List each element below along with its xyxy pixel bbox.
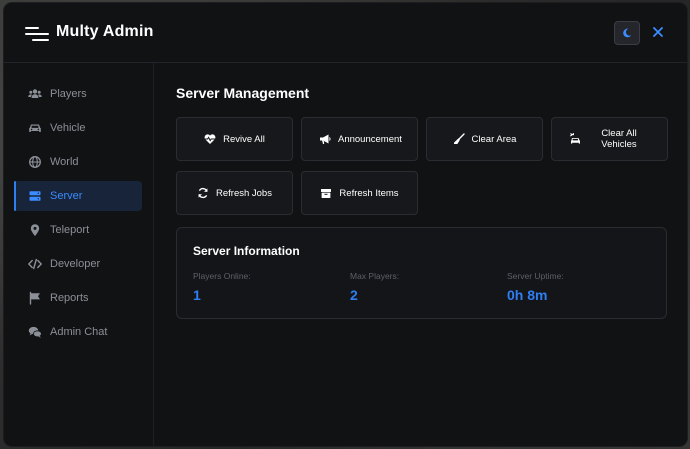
broom-icon xyxy=(453,133,465,144)
megaphone-icon xyxy=(320,134,331,144)
action-label: Clear All Vehicles xyxy=(601,128,637,150)
sidebar-item-label: Vehicle xyxy=(50,122,86,134)
main-content: Server Management Revive All Announcemen… xyxy=(154,63,687,446)
stat-label: Players Online: xyxy=(193,271,251,281)
action-label: Refresh Items xyxy=(339,187,399,199)
moon-icon xyxy=(623,28,632,38)
sidebar-item-admin-chat[interactable]: Admin Chat xyxy=(14,317,142,347)
action-label: Refresh Jobs xyxy=(216,187,272,199)
action-label: Clear Area xyxy=(471,133,517,145)
sidebar-item-teleport[interactable]: Teleport xyxy=(14,215,142,245)
sidebar-item-label: Developer xyxy=(50,258,101,270)
server-info-card: Server Information Players Online: 1 Max… xyxy=(176,227,667,319)
sidebar: Players Vehicle World Server Teleport De… xyxy=(4,63,154,446)
sidebar-item-server[interactable]: Server xyxy=(14,181,142,211)
refresh-jobs-button[interactable]: Refresh Jobs xyxy=(176,171,293,215)
clear-all-vehicles-button[interactable]: Clear All Vehicles xyxy=(551,117,668,161)
refresh-items-button[interactable]: Refresh Items xyxy=(301,171,418,215)
sidebar-item-label: Players xyxy=(50,88,87,100)
code-icon xyxy=(28,258,42,270)
close-button[interactable] xyxy=(647,21,669,43)
globe-icon xyxy=(29,156,41,168)
heart-pulse-icon xyxy=(204,134,216,144)
admin-window: Multy Admin Players Vehicle World Server… xyxy=(4,3,687,446)
stat-label: Max Players: xyxy=(350,271,400,281)
box-icon xyxy=(321,189,332,198)
revive-all-button[interactable]: Revive All xyxy=(176,117,293,161)
flag-icon xyxy=(29,291,40,305)
page-title: Server Management xyxy=(176,85,310,101)
stat-server-uptime: Server Uptime: 0h 8m xyxy=(507,271,564,303)
car-burst-icon xyxy=(569,133,580,144)
server-icon xyxy=(29,191,41,201)
sidebar-item-developer[interactable]: Developer xyxy=(14,249,142,279)
stat-value: 1 xyxy=(193,287,201,303)
refresh-icon xyxy=(198,187,208,199)
sidebar-item-label: Server xyxy=(50,190,83,202)
sidebar-item-players[interactable]: Players xyxy=(14,79,142,109)
app-title: Multy Admin xyxy=(56,23,154,40)
action-label: Revive All xyxy=(223,133,265,145)
stat-label: Server Uptime: xyxy=(507,271,564,281)
comments-icon xyxy=(28,326,42,338)
close-icon xyxy=(653,27,663,37)
theme-toggle-button[interactable] xyxy=(614,21,640,45)
action-label: Announcement xyxy=(338,133,402,145)
sidebar-item-world[interactable]: World xyxy=(14,147,142,177)
sidebar-item-label: Admin Chat xyxy=(50,326,108,338)
users-icon xyxy=(28,89,42,98)
sidebar-item-vehicle[interactable]: Vehicle xyxy=(14,113,142,143)
announcement-button[interactable]: Announcement xyxy=(301,117,418,161)
sidebar-item-reports[interactable]: Reports xyxy=(14,283,142,313)
map-pin-icon xyxy=(30,224,40,236)
sidebar-item-label: World xyxy=(50,156,79,168)
server-info-title: Server Information xyxy=(193,244,300,258)
header: Multy Admin xyxy=(4,3,687,63)
menu-icon[interactable] xyxy=(25,27,49,41)
stat-value: 2 xyxy=(350,287,358,303)
clear-area-button[interactable]: Clear Area xyxy=(426,117,543,161)
stat-value: 0h 8m xyxy=(507,287,548,303)
car-icon xyxy=(29,124,41,132)
sidebar-item-label: Reports xyxy=(50,292,89,304)
stat-players-online: Players Online: 1 xyxy=(193,271,251,303)
stat-max-players: Max Players: 2 xyxy=(350,271,399,303)
sidebar-item-label: Teleport xyxy=(50,224,90,236)
